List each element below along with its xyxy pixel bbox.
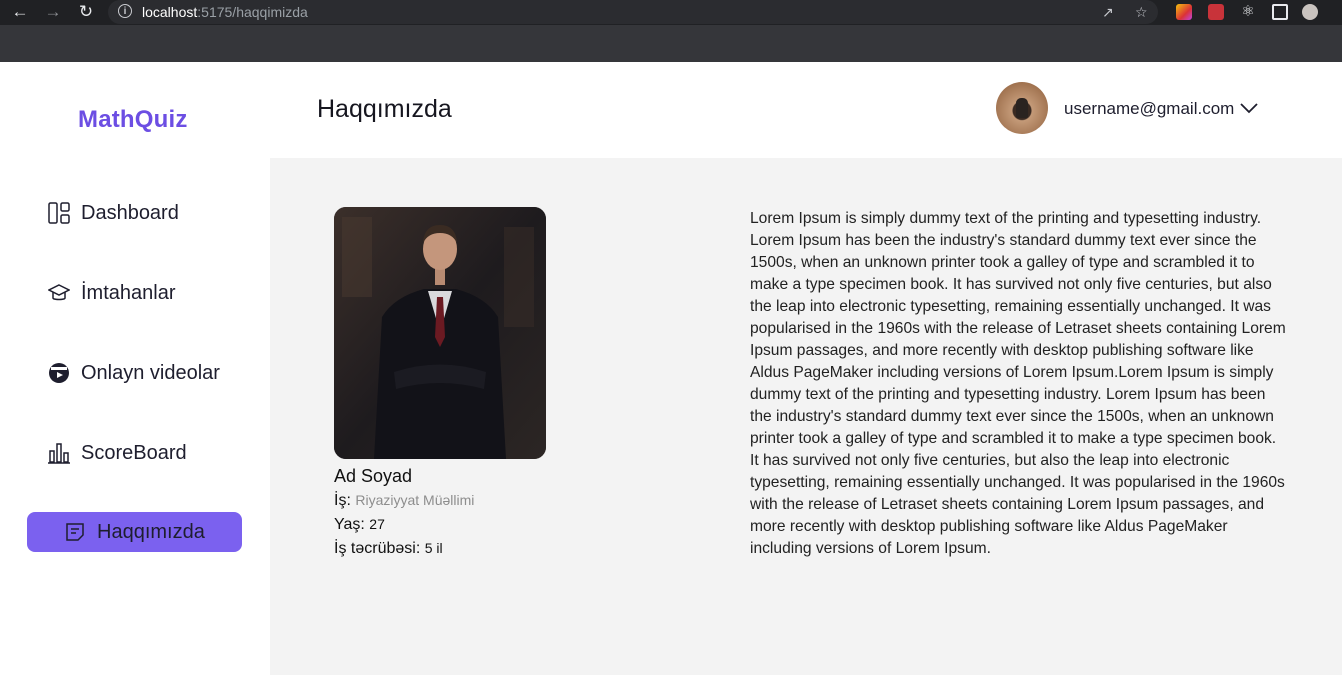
arrow-left-icon[interactable]: ←: [10, 2, 30, 22]
main-content: Ad Soyad İş: Riyaziyyat Müəllimi Yaş: 27…: [270, 158, 1342, 675]
page-title: Haqqımızda: [317, 95, 452, 123]
dashboard-icon: [47, 201, 71, 225]
experience-value: 5 il: [424, 540, 443, 556]
info-icon[interactable]: i: [118, 4, 132, 18]
sidepanel-icon[interactable]: [1272, 4, 1288, 20]
sidebar-item-dashboard[interactable]: Dashboard: [27, 193, 242, 233]
url-text: localhost:5175/haqqimizda: [142, 4, 308, 20]
bar-chart-icon: [47, 441, 71, 465]
profile-experience: İş təcrübəsi: 5 il: [334, 540, 443, 558]
sidebar-item-label: Onlayn videolar: [81, 361, 220, 384]
arrow-right-icon[interactable]: →: [43, 2, 63, 22]
profile-photo: [334, 207, 546, 459]
star-icon[interactable]: ☆: [1135, 3, 1148, 21]
sidebar: MathQuiz Dashboard İmtahanlar Onlayn vid…: [0, 62, 270, 675]
video-icon: [47, 361, 71, 385]
sidebar-item-label: İmtahanlar: [81, 281, 176, 304]
profile-job: İş: Riyaziyyat Müəllimi: [334, 492, 474, 510]
profile-age: Yaş: 27: [334, 516, 385, 534]
avatar[interactable]: [996, 82, 1048, 134]
age-label: Yaş:: [334, 516, 365, 533]
profile-name: Ad Soyad: [334, 466, 413, 486]
user-email[interactable]: username@gmail.com: [1064, 99, 1234, 119]
reload-icon[interactable]: ↻: [76, 2, 96, 22]
url-path: :5175/haqqimizda: [197, 4, 308, 20]
top-header: Haqqımızda username@gmail.com: [270, 62, 1342, 158]
sidebar-item-label: Haqqımızda: [97, 520, 205, 543]
sidebar-item-scoreboard[interactable]: ScoreBoard: [27, 433, 242, 473]
graduation-cap-icon: [47, 281, 71, 305]
sidebar-item-haqqimizda[interactable]: Haqqımızda: [27, 512, 242, 552]
puzzle-icon[interactable]: ⚛: [1238, 2, 1258, 22]
address-bar[interactable]: i localhost:5175/haqqimizda ↗ ☆: [108, 0, 1158, 24]
age-value: 27: [369, 516, 385, 532]
job-label: İş:: [334, 492, 351, 509]
profile-icon[interactable]: [1302, 4, 1318, 20]
extension-icon[interactable]: [1176, 4, 1192, 20]
chevron-down-icon[interactable]: [1240, 102, 1258, 114]
browser-toolbar: ← → ↻ i localhost:5175/haqqimizda ↗ ☆ ⚛: [0, 0, 1342, 25]
extension-icon[interactable]: [1208, 4, 1224, 20]
url-host: localhost: [142, 4, 198, 20]
note-icon: [63, 520, 87, 544]
sidebar-item-onlayn-videolar[interactable]: Onlayn videolar: [27, 353, 242, 393]
job-value: Riyaziyyat Müəllimi: [355, 492, 475, 508]
experience-label: İş təcrübəsi:: [334, 540, 421, 557]
about-paragraph: Lorem Ipsum is simply dummy text of the …: [750, 210, 1286, 557]
share-icon[interactable]: ↗: [1102, 3, 1114, 21]
app-logo[interactable]: MathQuiz: [78, 106, 188, 134]
sidebar-item-label: Dashboard: [81, 201, 179, 224]
browser-chrome: ← → ↻ i localhost:5175/haqqimizda ↗ ☆ ⚛: [0, 0, 1342, 62]
sidebar-item-label: ScoreBoard: [81, 441, 187, 464]
sidebar-item-imtahanlar[interactable]: İmtahanlar: [27, 273, 242, 313]
